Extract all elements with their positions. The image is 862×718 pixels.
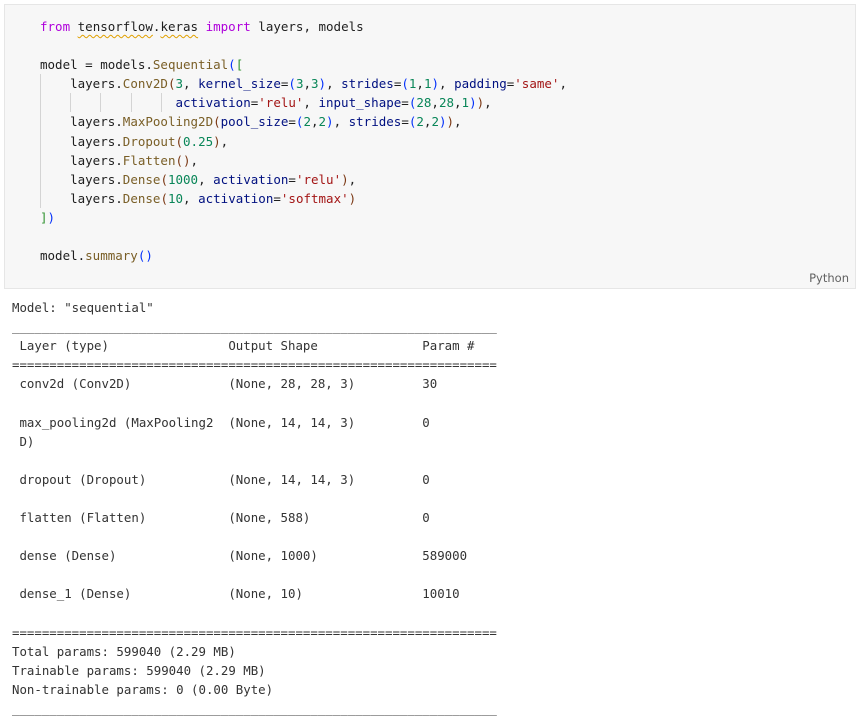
- output-line: dense_1 (Dense) (None, 10) 10010: [12, 586, 497, 602]
- indent-guide: [40, 74, 41, 94]
- cell-output: Model: "sequential" _____________________…: [12, 298, 497, 718]
- code-line: layers.Flatten(),: [40, 150, 567, 170]
- indent-guide: [100, 93, 102, 113]
- output-line: flatten (Flatten) (None, 588) 0: [12, 510, 497, 526]
- output-line: ========================================…: [12, 357, 497, 373]
- indent-guide: [160, 93, 162, 113]
- code-cell[interactable]: from tensorflow.keras import layers, mod…: [4, 4, 856, 289]
- code-line: ]): [40, 209, 56, 225]
- code-line: model = models.Sequential([: [40, 57, 244, 73]
- code-line: layers.Dropout(0.25),: [40, 131, 567, 151]
- indent-guide: [40, 112, 41, 132]
- code-line: layers.Dense(10, activation='softmax'): [40, 188, 567, 208]
- output-line: D): [12, 433, 497, 449]
- output-line: dense (Dense) (None, 1000) 589000: [12, 548, 497, 564]
- output-line: Layer (type) Output Shape Param #: [12, 338, 497, 354]
- output-line: conv2d (Conv2D) (None, 28, 28, 3) 30: [12, 376, 497, 392]
- cell-language-label[interactable]: Python: [809, 271, 849, 285]
- output-line: Non-trainable params: 0 (0.00 Byte): [12, 681, 274, 697]
- code-line: model.summary(): [40, 248, 153, 264]
- output-line: ________________________________________…: [12, 319, 497, 335]
- indent-guide: [70, 93, 72, 113]
- output-line: Total params: 599040 (2.29 MB): [12, 643, 236, 659]
- output-line: dropout (Dropout) (None, 14, 14, 3) 0: [12, 471, 497, 487]
- indent-guide: [40, 169, 41, 189]
- code-line: layers.Dense(1000, activation='relu'),: [40, 169, 567, 189]
- code-line: layers.MaxPooling2D(pool_size=(2,2), str…: [40, 112, 567, 132]
- output-line: Trainable params: 599040 (2.29 MB): [12, 662, 266, 678]
- code-line: layers.Conv2D(3, kernel_size=(3,3), stri…: [40, 74, 567, 94]
- output-line: Model: "sequential": [12, 300, 154, 315]
- indent-guide: [40, 93, 41, 113]
- indent-guide: [130, 93, 132, 113]
- code-line: from tensorflow.keras import layers, mod…: [40, 19, 364, 34]
- code-line: activation='relu', input_shape=(28,28,1)…: [40, 93, 567, 113]
- output-line: ________________________________________…: [12, 700, 497, 716]
- code-editor[interactable]: from tensorflow.keras import layers, mod…: [40, 17, 567, 265]
- output-line: ========================================…: [12, 624, 497, 640]
- output-line: max_pooling2d (MaxPooling2 (None, 14, 14…: [12, 414, 497, 430]
- indent-guide: [40, 131, 41, 151]
- indent-guide: [40, 150, 41, 170]
- indent-guide: [40, 188, 41, 208]
